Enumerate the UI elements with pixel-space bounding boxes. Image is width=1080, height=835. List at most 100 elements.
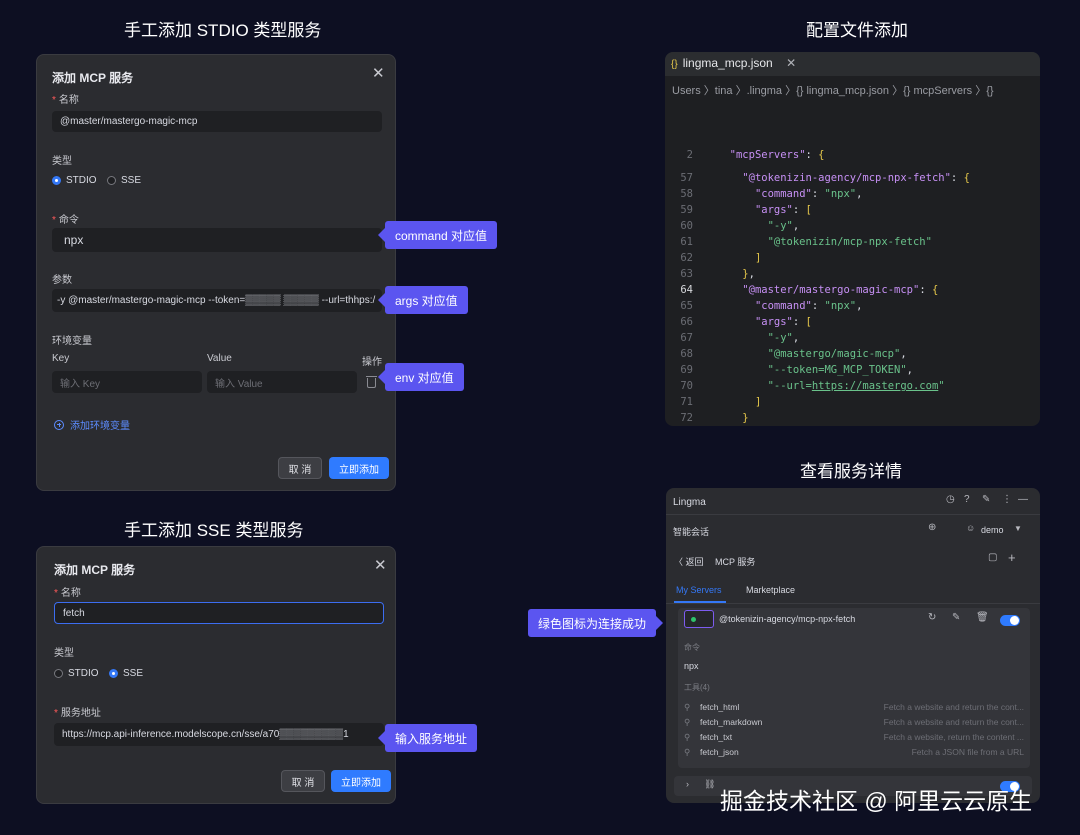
radio-sse[interactable]: SSE xyxy=(109,668,143,679)
history-icon[interactable]: ◷ xyxy=(946,494,955,505)
code-line[interactable]: 57 "@tokenizin-agency/mcp-npx-fetch": { xyxy=(665,172,1040,188)
more-icon[interactable]: ⋮ xyxy=(1002,494,1012,505)
command-label: 命令 xyxy=(684,643,700,652)
code-token: { xyxy=(818,149,825,161)
code-line[interactable]: 71 ] xyxy=(665,396,1040,412)
code-token: , xyxy=(792,220,800,232)
type-label: 类型 xyxy=(52,156,72,167)
refresh-icon[interactable]: ↻ xyxy=(928,612,936,623)
code-line[interactable]: 72 } xyxy=(665,412,1040,426)
env-value-input[interactable]: 输入 Value xyxy=(207,371,357,393)
radio-selected-icon xyxy=(109,669,118,678)
add-chat-icon[interactable]: ⊕ xyxy=(928,522,936,533)
line-number: 58 xyxy=(680,188,693,200)
line-number: 63 xyxy=(680,268,693,280)
help-icon[interactable]: ? xyxy=(964,494,970,505)
dialog-title: 添加 MCP 服务 xyxy=(54,563,136,577)
submit-button[interactable]: 立即添加 xyxy=(329,457,389,479)
tool-row[interactable]: ⚲ fetch_html Fetch a website and return th… xyxy=(684,702,1024,716)
close-icon[interactable]: ✕ xyxy=(372,64,385,82)
cancel-button[interactable]: 取 消 xyxy=(278,457,322,479)
lingma-panel: Lingma ◷ ? ✎ ⋮ — 智能会话 ⊕ ☺ demo ▼ 〈 返回 MC… xyxy=(666,488,1040,803)
tool-row[interactable]: ⚲ fetch_txt Fetch a website, return the co… xyxy=(684,732,1024,746)
code-token: : xyxy=(792,204,806,216)
edit-icon[interactable]: ✎ xyxy=(982,494,990,505)
name-label: * 名称 xyxy=(52,95,79,106)
add-icon[interactable]: + xyxy=(1008,550,1016,565)
tool-icon: ⚲ xyxy=(684,702,691,712)
tool-row[interactable]: ⚲ fetch_json Fetch a JSON file from a URL xyxy=(684,747,1024,761)
add-env-button[interactable]: 添加环境变量 xyxy=(54,417,130,432)
submit-button[interactable]: 立即添加 xyxy=(331,770,391,792)
code-token: "command" xyxy=(754,300,812,312)
code-line[interactable]: 68 "@mastergo/magic-mcp", xyxy=(665,348,1040,364)
delete-trash-icon[interactable] xyxy=(366,376,377,388)
chevron-down-icon[interactable]: ▼ xyxy=(1014,524,1022,533)
stdio-section-title: 手工添加 STDIO 类型服务 xyxy=(124,21,322,40)
divider xyxy=(666,514,1040,515)
code-token: "mcpServers" xyxy=(729,149,806,161)
code-token: : xyxy=(811,300,825,312)
tab-my-servers[interactable]: My Servers xyxy=(676,585,722,595)
code-line[interactable]: 58 "command": "npx", xyxy=(665,188,1040,204)
cancel-button[interactable]: 取 消 xyxy=(281,770,325,792)
args-input[interactable]: -y @master/mastergo-magic-mcp --token=▒▒… xyxy=(52,289,382,312)
radio-sse[interactable]: SSE xyxy=(107,175,141,186)
code-token: { xyxy=(963,172,970,184)
tool-icon: ⚲ xyxy=(684,717,691,727)
code-token: [ xyxy=(805,316,812,328)
code-line[interactable]: 69 "--token=MG_MCP_TOKEN", xyxy=(665,364,1040,380)
line-number: 68 xyxy=(680,348,693,360)
file-icon[interactable]: ▢ xyxy=(988,552,997,563)
code-line[interactable]: 67 "-y", xyxy=(665,332,1040,348)
code-line[interactable]: 62 ] xyxy=(665,252,1040,268)
code-token: , xyxy=(792,332,800,344)
tools-label: 工具(4) xyxy=(684,683,710,692)
name-input[interactable]: @master/mastergo-magic-mcp xyxy=(52,111,382,132)
code-line[interactable]: 60 "-y", xyxy=(665,220,1040,236)
code-token: { xyxy=(931,284,939,296)
user-icon[interactable]: ☺ xyxy=(966,523,975,533)
minimize-icon[interactable]: — xyxy=(1018,494,1028,505)
breadcrumb[interactable]: Users 〉tina 〉.lingma 〉{} lingma_mcp.json… xyxy=(672,82,994,98)
env-key-input[interactable]: 输入 Key xyxy=(52,371,202,393)
name-input[interactable]: fetch xyxy=(54,602,384,624)
code-token: "-y" xyxy=(767,220,793,232)
radio-stdio[interactable]: STDIO xyxy=(52,175,97,186)
line-number: 57 xyxy=(680,172,693,184)
code-line[interactable]: 61 "@tokenizin/mcp-npx-fetch" xyxy=(665,236,1040,252)
code-token: "npx" xyxy=(824,300,857,312)
args-callout: args 对应值 xyxy=(378,286,468,314)
back-button[interactable]: 〈 返回 xyxy=(674,555,704,568)
tab-marketplace[interactable]: Marketplace xyxy=(746,585,795,595)
code-line[interactable]: 70 "--url=https://mastergo.com" xyxy=(665,380,1040,396)
tool-row[interactable]: ⚲ fetch_markdown Fetch a website and retur… xyxy=(684,717,1024,731)
code-token: "--token=MG_MCP_TOKEN" xyxy=(767,364,907,376)
code-line[interactable]: 66 "args": [ xyxy=(665,316,1040,332)
code-token: : xyxy=(919,284,932,296)
url-label: * 服务地址 xyxy=(54,708,101,719)
url-input[interactable]: https://mcp.api-inference.modelscope.cn/… xyxy=(54,723,384,746)
radio-stdio[interactable]: STDIO xyxy=(54,668,99,679)
code-token: "command" xyxy=(754,188,812,200)
code-line[interactable]: 63 }, xyxy=(665,268,1040,284)
chat-label: 智能会话 xyxy=(673,527,710,537)
delete-icon[interactable]: 🗑 xyxy=(976,612,989,623)
user-name[interactable]: demo xyxy=(981,525,1004,535)
line-number: 60 xyxy=(680,220,693,232)
server-enable-toggle[interactable] xyxy=(1000,615,1020,626)
code-line[interactable]: 65 "command": "npx", xyxy=(665,300,1040,316)
divider xyxy=(666,603,1040,604)
code-line[interactable]: 2 "mcpServers": { xyxy=(665,149,1040,165)
code-line[interactable]: 64 "@master/mastergo-magic-mcp": { xyxy=(665,284,1040,300)
tab-close-icon[interactable]: ✕ xyxy=(786,56,796,70)
code-token: , xyxy=(856,300,863,312)
edit-icon[interactable]: ✎ xyxy=(952,612,960,623)
close-icon[interactable]: ✕ xyxy=(374,556,387,574)
code-token: "npx" xyxy=(824,188,857,200)
dialog-title: 添加 MCP 服务 xyxy=(52,71,134,85)
code-token: } xyxy=(742,412,749,424)
editor-tab[interactable]: {} lingma_mcp.json ✕ xyxy=(671,56,796,70)
code-line[interactable]: 59 "args": [ xyxy=(665,204,1040,220)
command-input[interactable]: npx xyxy=(52,228,382,252)
